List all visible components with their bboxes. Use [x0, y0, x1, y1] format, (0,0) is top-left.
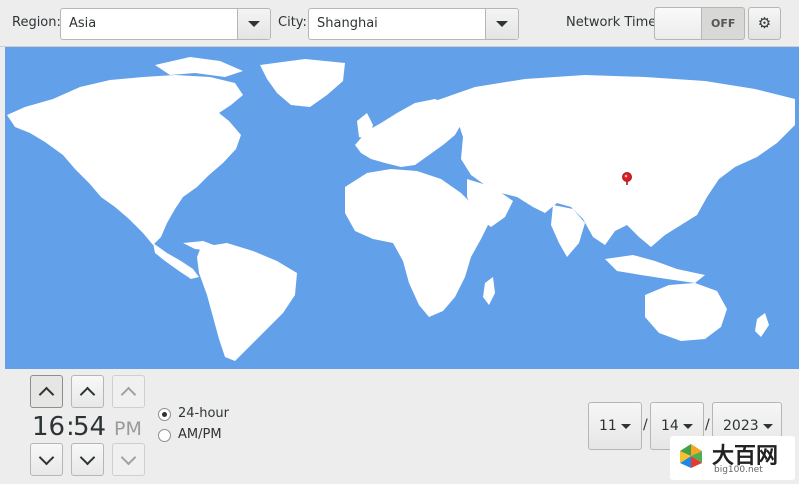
label-ampm[interactable]: AM/PM	[178, 427, 222, 442]
ampm-up-button	[112, 375, 145, 408]
australia	[645, 283, 727, 341]
world-map-graphic	[7, 57, 795, 361]
radio-selected-dot	[162, 412, 167, 417]
madagascar	[483, 277, 495, 305]
south-america	[197, 243, 297, 361]
network-time-settings-button[interactable]: ⚙	[748, 7, 781, 40]
hours-up-button[interactable]	[30, 375, 63, 408]
city-dropdown-button[interactable]	[485, 9, 518, 39]
radio-ampm[interactable]	[158, 429, 171, 442]
chevron-down-icon	[120, 449, 137, 466]
chevron-down-icon	[683, 424, 693, 429]
chevron-down-icon	[248, 21, 260, 27]
radio-24-hour[interactable]	[158, 408, 171, 421]
region-combo[interactable]: Asia	[60, 8, 271, 40]
central-america	[153, 243, 199, 279]
chevron-up-icon	[79, 386, 96, 403]
day-value: 14	[661, 418, 679, 434]
switch-knob[interactable]	[655, 8, 702, 39]
chevron-up-icon	[120, 386, 137, 403]
new-zealand	[755, 313, 769, 337]
region-label: Region:	[12, 15, 61, 30]
toolbar: Region: Asia City: Shanghai Network Time…	[0, 0, 799, 47]
chevron-down-icon	[79, 449, 96, 466]
network-time-label: Network Time	[566, 15, 657, 30]
month-value: 11	[599, 418, 617, 434]
world-map[interactable]	[5, 47, 799, 369]
minutes-up-button[interactable]	[71, 375, 104, 408]
city-label: City:	[278, 15, 307, 30]
region-value: Asia	[69, 16, 97, 31]
watermark-sub-text: big100.net	[714, 465, 763, 475]
watermark-logo-icon	[680, 444, 702, 468]
year-value: 2023	[723, 418, 759, 434]
city-value: Shanghai	[317, 16, 378, 31]
city-combo[interactable]: Shanghai	[308, 8, 519, 40]
chevron-down-icon	[38, 449, 55, 466]
watermark: 大百网 big100.net	[670, 436, 795, 480]
minutes-down-button[interactable]	[71, 443, 104, 476]
greenland	[260, 59, 345, 107]
hours-down-button[interactable]	[30, 443, 63, 476]
chevron-down-icon	[621, 424, 631, 429]
ampm-value: PM	[114, 418, 142, 440]
switch-state: OFF	[711, 17, 736, 30]
chevron-up-icon	[38, 386, 55, 403]
month-dropdown[interactable]: 11	[588, 402, 642, 450]
region-dropdown-button[interactable]	[237, 9, 270, 39]
minutes-value[interactable]: 54	[73, 412, 106, 442]
north-america	[7, 75, 243, 245]
arctic-islands	[155, 57, 243, 77]
southeast-asia-islands	[605, 255, 705, 283]
label-24-hour[interactable]: 24-hour	[178, 406, 229, 421]
ampm-down-button	[112, 443, 145, 476]
hours-value[interactable]: 16	[32, 412, 65, 442]
chevron-down-icon	[496, 21, 508, 27]
gear-icon: ⚙	[757, 14, 772, 32]
network-time-switch[interactable]: OFF	[654, 7, 745, 40]
date-separator: /	[643, 417, 648, 433]
date-separator: /	[705, 417, 710, 433]
chevron-down-icon	[763, 424, 773, 429]
